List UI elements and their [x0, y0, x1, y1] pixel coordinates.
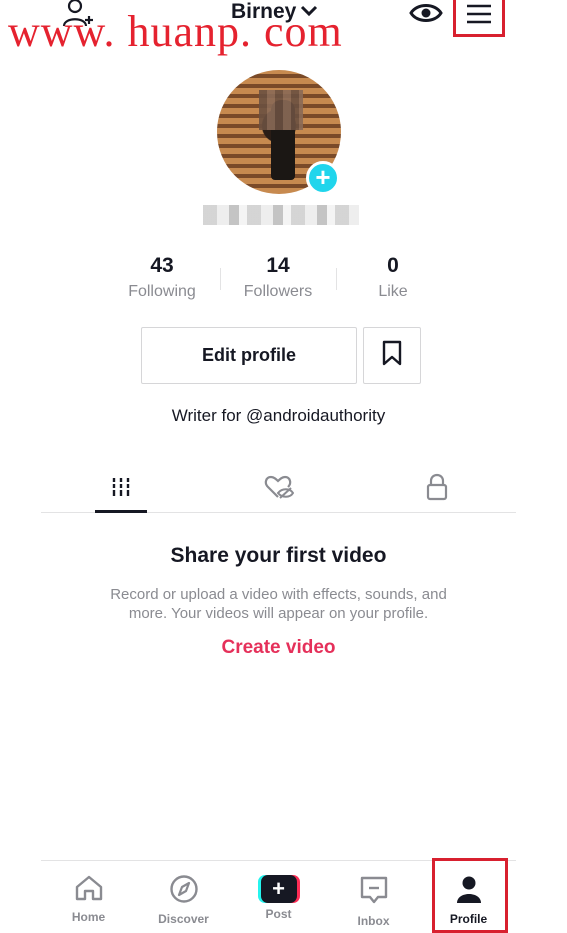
stat-label: Like — [378, 283, 408, 300]
edit-profile-button[interactable]: Edit profile — [141, 327, 357, 384]
nav-discover[interactable]: Discover — [136, 861, 231, 933]
menu-button[interactable] — [453, 0, 505, 37]
stat-divider — [220, 268, 221, 290]
nav-post[interactable]: + Post — [231, 861, 326, 933]
inbox-icon — [359, 875, 389, 910]
stat-value: 14 — [266, 254, 290, 277]
tab-private[interactable] — [407, 466, 467, 512]
profile-screen: Birney + 43 Following 14 Followers 0 Lik… — [41, 0, 516, 933]
stat-following[interactable]: 43 Following — [107, 254, 217, 301]
bookmark-button[interactable] — [363, 327, 421, 384]
compass-icon — [169, 875, 199, 908]
nav-label: Discover — [158, 912, 209, 926]
bookmark-icon — [381, 340, 403, 371]
stat-value: 0 — [387, 254, 399, 277]
bottom-nav: Home Discover + Post Inbox Profile — [41, 860, 516, 933]
grid-icon — [109, 475, 133, 504]
nav-label: Post — [265, 907, 292, 921]
empty-state-description: Record or upload a video with effects, s… — [110, 586, 447, 622]
liked-hidden-icon — [264, 474, 295, 505]
stat-divider — [336, 268, 337, 290]
nav-inbox[interactable]: Inbox — [326, 861, 421, 933]
stat-likes[interactable]: 0 Like — [338, 254, 448, 301]
stat-value: 43 — [150, 254, 174, 277]
bio-text: Writer for @androidauthority — [171, 406, 386, 425]
lock-icon — [425, 473, 449, 506]
nav-home[interactable]: Home — [41, 861, 136, 933]
plus-icon: + — [257, 875, 300, 903]
nav-label: Home — [71, 910, 106, 924]
menu-icon — [465, 2, 493, 31]
home-icon — [73, 875, 105, 906]
create-video-link[interactable]: Create video — [41, 637, 516, 659]
watermark: www. huanp. com — [8, 7, 343, 56]
tab-liked[interactable] — [249, 466, 309, 512]
stat-label: Following — [128, 283, 196, 300]
nav-label: Inbox — [357, 914, 390, 928]
person-icon — [455, 875, 483, 908]
avatar-blur — [259, 90, 303, 130]
stat-label: Followers — [243, 283, 313, 300]
blurred-handle — [203, 205, 359, 225]
eye-icon[interactable] — [409, 0, 443, 26]
tab-videos[interactable] — [91, 466, 151, 513]
content-tabs — [41, 466, 516, 513]
nav-label: Profile — [449, 912, 488, 926]
empty-state-title: Share your first video — [170, 544, 387, 567]
stat-followers[interactable]: 14 Followers — [223, 254, 333, 301]
nav-profile[interactable]: Profile — [421, 861, 516, 933]
add-avatar-plus-icon[interactable]: + — [306, 161, 340, 195]
